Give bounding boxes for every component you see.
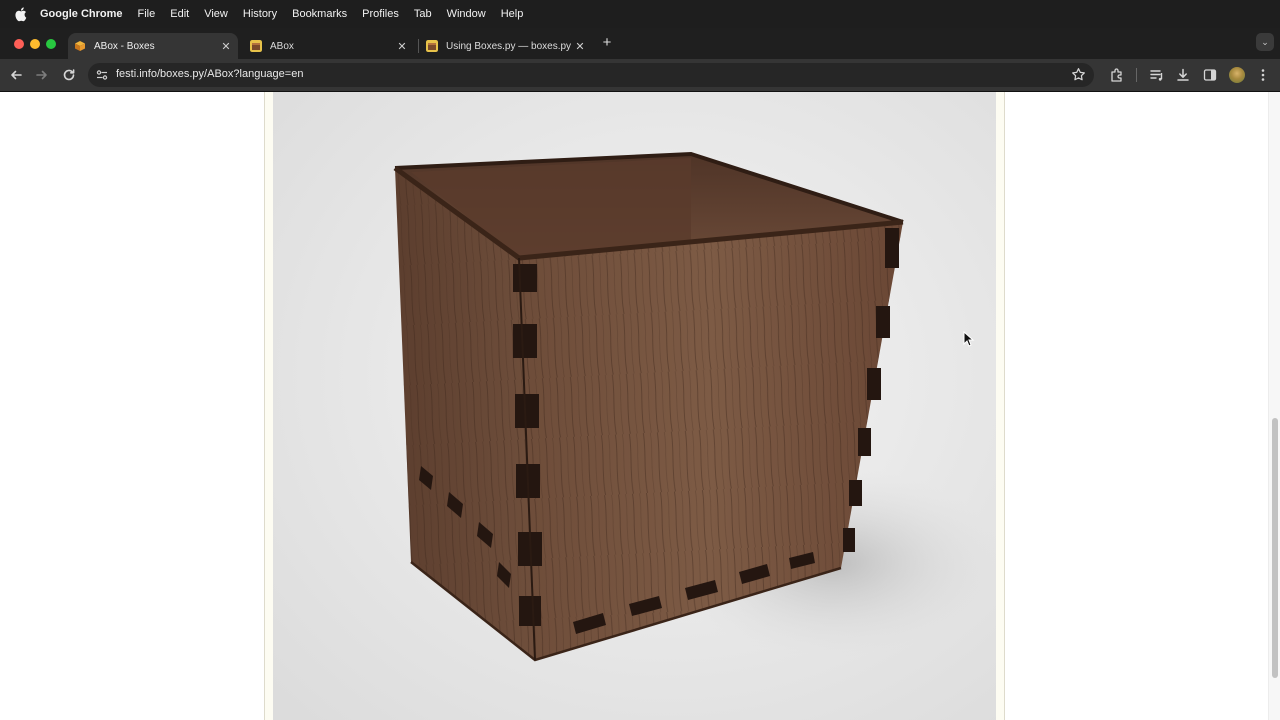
tab-title: ABox [270,40,294,52]
tab-separator [418,39,419,53]
web-page [0,92,1280,720]
apple-icon[interactable] [14,6,28,22]
tab-search-button[interactable]: ⌄ [1256,33,1274,51]
url-path: /boxes.py/ABox?language=en [156,68,304,80]
extensions-icon[interactable] [1109,67,1125,83]
menu-help[interactable]: Help [501,8,524,20]
menu-tab[interactable]: Tab [414,8,432,20]
url-host: festi.info [116,68,157,80]
tab-title: ABox - Boxes [94,40,155,52]
toolbar-divider [1136,68,1137,82]
tab-strip: ABox - Boxes ✕ ABox ✕ Using Boxes.py — b… [0,28,1280,59]
tab-abox[interactable]: ABox ✕ [244,33,414,59]
boxes-docs-favicon-icon [426,40,438,52]
menu-window[interactable]: Window [447,8,486,20]
mouse-cursor-icon [963,331,975,347]
browser-toolbar: festi.info/boxes.py/ABox?language=en [0,59,1280,92]
forward-icon[interactable] [34,67,50,83]
url-text[interactable]: festi.info/boxes.py/ABox?language=en [116,68,303,80]
minimize-window-button[interactable] [30,39,40,49]
menu-app-name[interactable]: Google Chrome [40,8,123,20]
tab-close-icon[interactable]: ✕ [394,40,410,53]
abox-favicon-icon [250,40,262,52]
macos-menu-bar: Google Chrome File Edit View History Boo… [0,0,1280,28]
page-scrollbar[interactable] [1268,92,1280,720]
zoom-window-button[interactable] [46,39,56,49]
menu-bookmarks[interactable]: Bookmarks [292,8,347,20]
tab-abox-boxes[interactable]: ABox - Boxes ✕ [68,33,238,59]
new-tab-button[interactable]: + [600,35,614,50]
menu-kebab-icon[interactable] [1255,67,1271,83]
tab-close-icon[interactable]: ✕ [218,40,234,53]
reload-icon[interactable] [61,67,77,83]
media-control-icon[interactable] [1149,67,1165,83]
site-info-icon[interactable] [95,68,109,82]
tab-using-boxes[interactable]: Using Boxes.py — boxes.py d ✕ [420,33,592,59]
address-bar[interactable]: festi.info/boxes.py/ABox?language=en [88,63,1094,87]
download-icon[interactable] [1175,67,1191,83]
menu-view[interactable]: View [204,8,228,20]
menu-file[interactable]: File [138,8,156,20]
tab-title: Using Boxes.py — boxes.py d [446,40,572,52]
scrollbar-thumb[interactable] [1272,418,1278,678]
back-icon[interactable] [8,67,24,83]
window-controls [14,39,62,49]
side-panel-icon[interactable] [1202,67,1218,83]
box-photo [273,92,996,720]
menu-history[interactable]: History [243,8,277,20]
bookmark-star-icon[interactable] [1071,67,1086,82]
boxes-favicon-icon [75,41,85,51]
menu-profiles[interactable]: Profiles [362,8,399,20]
close-window-button[interactable] [14,39,24,49]
tab-close-icon[interactable]: ✕ [572,40,588,53]
menu-edit[interactable]: Edit [170,8,189,20]
profile-avatar[interactable] [1229,67,1245,83]
